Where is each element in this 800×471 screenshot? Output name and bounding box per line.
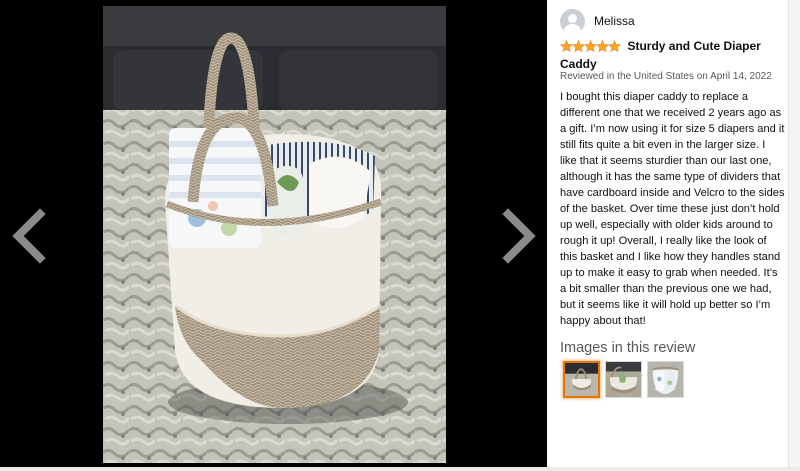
thumbnail-3[interactable] <box>647 361 684 398</box>
review-photo <box>103 6 446 463</box>
images-heading: Images in this review <box>560 340 696 356</box>
reviewer-profile[interactable]: Melissa <box>560 8 635 34</box>
thumbnail-2[interactable] <box>605 361 642 398</box>
bottom-edge <box>0 467 800 471</box>
review-panel: Melissa Sturdy and Cute Diaper Caddy Rev… <box>547 0 788 467</box>
next-image-button[interactable] <box>500 208 540 264</box>
chevron-right-icon <box>502 208 536 264</box>
scrollbar[interactable] <box>788 0 800 471</box>
review-heading: Sturdy and Cute Diaper Caddy <box>560 38 782 72</box>
chevron-left-icon <box>12 208 46 264</box>
reviewer-name[interactable]: Melissa <box>594 14 635 28</box>
review-text: I bought this diaper caddy to replace a … <box>560 91 785 327</box>
review-thumbnails <box>563 361 684 398</box>
star-rating <box>560 40 621 56</box>
previous-image-button[interactable] <box>8 208 48 264</box>
avatar <box>560 8 585 34</box>
star-icon <box>608 40 621 52</box>
photo-viewer <box>0 0 547 467</box>
review-date: Reviewed in the United States on April 1… <box>560 71 772 82</box>
thumbnail-1[interactable] <box>563 361 600 398</box>
